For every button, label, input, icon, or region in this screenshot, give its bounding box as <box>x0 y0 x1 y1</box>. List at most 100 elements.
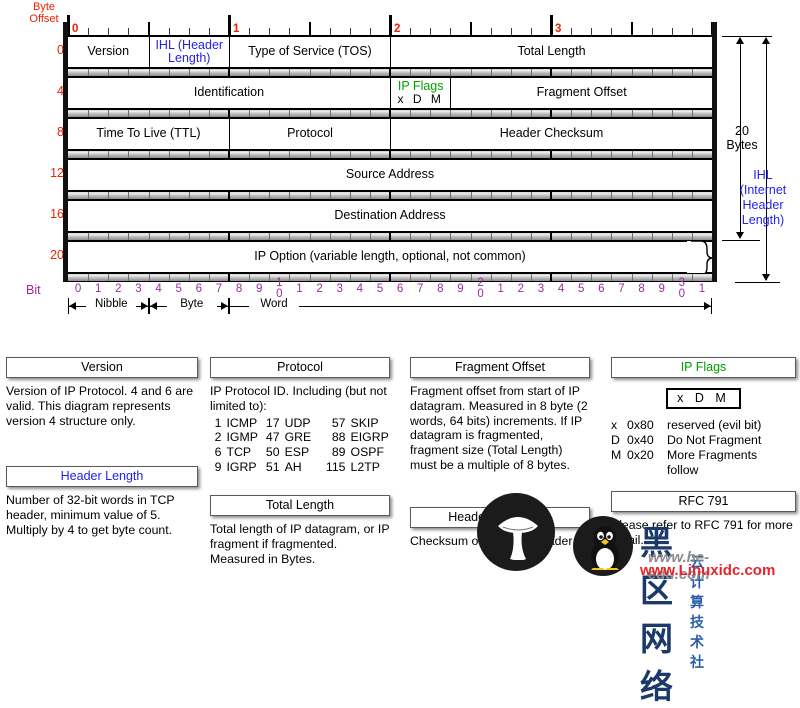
ip-flag-letter: x <box>611 418 618 432</box>
legend-protocol-title: Protocol <box>210 357 390 378</box>
protocol-id: 9 <box>214 459 222 474</box>
ip-flag-meaning: follow <box>667 463 699 477</box>
bit-ruler-number: 7 <box>618 283 625 295</box>
legend-header-length-body: Number of 32-bit words in TCP header, mi… <box>6 493 175 537</box>
bit-ruler-number: 5 <box>577 283 585 295</box>
bit-ruler-number: 1 <box>698 283 706 295</box>
header-field-cell: Total Length <box>390 37 712 67</box>
bit-tick-band <box>68 191 712 200</box>
byte-offset-value: 4 <box>57 84 64 98</box>
measure-arrow-ihl <box>766 38 767 280</box>
bit-ruler-number: 7 <box>416 283 424 295</box>
header-field-cell: Source Address <box>345 167 435 182</box>
ip-flag-row: follow <box>611 463 796 478</box>
measure-tick-line <box>735 282 780 283</box>
byte-offset-caption: Byte Offset <box>29 1 59 25</box>
protocol-id: 1 <box>214 415 222 430</box>
protocol-table-row: 1 ICMP 17 UDP 57 SKIP <box>210 416 390 431</box>
header-field-cell: Protocol <box>229 119 390 149</box>
legend-version-title: Version <box>6 357 198 378</box>
bit-ruler-number: 3 <box>336 283 343 295</box>
bit-tick-band <box>68 109 712 118</box>
protocol-table-row: 2 IGMP 47 GRE 88 EIGRP <box>210 430 390 445</box>
legend-header-checksum-title: Header Checksum <box>410 507 590 528</box>
measure-arrowhead-up-icon <box>762 37 770 44</box>
protocol-id: 6 <box>214 445 222 459</box>
protocol-id: 47 <box>265 430 280 445</box>
diagram-left-rail <box>63 22 68 282</box>
span-arrow-left-icon <box>149 302 157 310</box>
bit-ruler-number: 9 <box>457 283 464 295</box>
ip-flag-hex: 0x80 <box>627 418 654 432</box>
byte-offset-value: 20 <box>50 248 64 262</box>
bit-tick-band <box>68 273 712 282</box>
header-field-cell: Destination Address <box>334 208 446 223</box>
bit-ruler-number: 3 <box>135 283 142 295</box>
ip-flag-row: D 0x40 Do Not Fragment <box>611 433 796 448</box>
header-field-cell: Fragment Offset <box>450 78 712 108</box>
protocol-name: ESP <box>284 445 310 459</box>
ip-flag-row: x 0x80 reserved (evil bit) <box>611 418 796 433</box>
watermark-site-gray: www.he-edu.com <box>648 549 710 583</box>
header-field-cell: Identification <box>193 85 265 100</box>
protocol-name: GRE <box>284 430 312 445</box>
legend-header-checksum: Header Checksum Checksum of entire IP he… <box>410 507 590 549</box>
bit-ruler-number: 20 <box>477 277 484 300</box>
ip-header-diagram-page: Byte Offset 0 1 2 3 0 Version IHL (Header Length… <box>0 0 800 706</box>
bit-ruler-number: 1 <box>296 283 303 295</box>
legend-header-checksum-body: Checksum of entire IP header <box>410 534 573 548</box>
legend-fragment-offset-title: Fragment Offset <box>410 357 590 378</box>
header-field-cell: IHL (Header Length) <box>148 37 230 67</box>
ip-flag-row: M 0x20 More Fragments <box>611 448 796 463</box>
protocol-id: 50 <box>265 445 280 459</box>
header-field-cell: Header Checksum <box>390 119 712 149</box>
byte-ruler <box>67 15 714 36</box>
protocol-name: EIGRP <box>350 430 389 445</box>
ip-flag-meaning: Do Not Fragment <box>667 433 762 447</box>
protocol-id: 88 <box>331 430 346 445</box>
byte-ruler-number: 2 <box>394 23 401 35</box>
legend-protocol-body: IP Protocol ID. Including (but not limit… <box>210 384 387 413</box>
legend-fragment-offset-body: Fragment offset from start of IP datagra… <box>410 384 588 472</box>
protocol-table-row: 9 IGRP 51 AH 115 L2TP <box>210 460 390 475</box>
ip-flags-description-list: x 0x80 reserved (evil bit) D 0x40 Do Not… <box>611 418 796 478</box>
bit-ruler-number: 8 <box>235 283 243 295</box>
protocol-name: IGRP <box>226 459 257 474</box>
span-label: Byte <box>166 298 217 310</box>
legend-version: Version Version of IP Protocol. 4 and 6 … <box>6 357 198 428</box>
protocol-name: TCP <box>226 445 252 459</box>
measure-arrowhead-up-icon <box>736 37 744 44</box>
header-field-cell: Type of Service (TOS) <box>229 37 390 67</box>
measure-tick-line <box>722 240 760 241</box>
bit-ruler-number: 3 <box>537 283 545 295</box>
bit-ruler-number: 7 <box>215 283 223 295</box>
bit-ruler-number: 0 <box>74 283 82 295</box>
watermark-site-red: www.Linuxidc.com <box>640 562 776 579</box>
bit-ruler-number: 4 <box>557 283 565 295</box>
measure-arrowhead-down-icon <box>762 274 770 281</box>
span-arrow-left-icon <box>69 302 76 310</box>
flag-bits-label: x D M <box>397 92 444 107</box>
byte-ruler-number: 0 <box>72 23 79 35</box>
bit-ruler-number: 4 <box>356 283 364 295</box>
span-arrow-right-icon <box>140 302 148 310</box>
bit-ruler-number: 2 <box>316 283 323 295</box>
legend-protocol: Protocol IP Protocol ID. Including (but … <box>210 357 390 475</box>
bit-ruler-caption: Bit <box>26 283 41 297</box>
diagram-right-rail <box>712 22 717 282</box>
protocol-id: 17 <box>265 415 280 430</box>
protocol-name: UDP <box>284 415 311 430</box>
ip-flags-box-wrapper: x D M <box>611 388 796 409</box>
ip-flag-meaning: reserved (evil bit) <box>667 418 762 432</box>
protocol-id: 115 <box>325 459 346 474</box>
bit-ruler-number: 4 <box>155 283 162 295</box>
ip-flag-letter: M <box>611 448 622 462</box>
bit-ruler-number: 9 <box>255 283 263 295</box>
header-field-cell: IP Option (variable length, optional, no… <box>254 249 526 264</box>
span-label: Word <box>249 298 299 310</box>
variable-length-brace-icon <box>687 241 713 275</box>
ip-flag-letter: D <box>611 433 620 447</box>
span-arrow-right-icon <box>704 302 711 310</box>
bit-tick-band <box>68 150 712 159</box>
legend-total-length: Total Length Total length of IP datagram… <box>210 495 390 566</box>
